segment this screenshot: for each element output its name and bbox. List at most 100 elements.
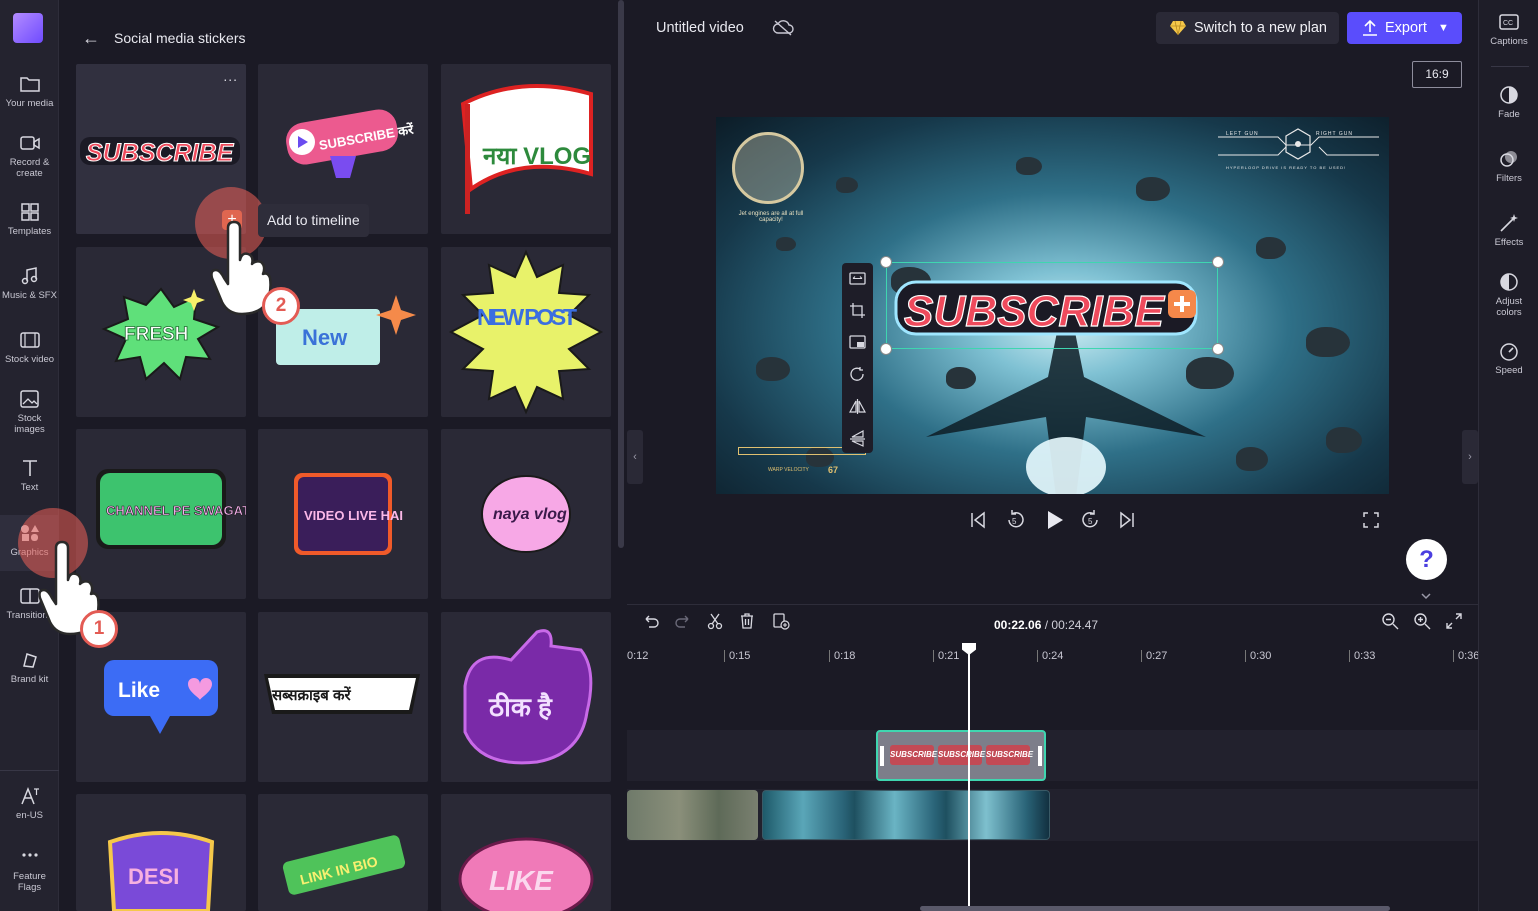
clip-thumb-label: SUBSCRIBE [986, 745, 1033, 765]
resize-handle[interactable] [1212, 256, 1224, 268]
sticker-naya-bubble-art: naya vlog [481, 475, 571, 553]
skip-to-start-icon[interactable] [969, 511, 987, 529]
sticker-card-desi[interactable]: DESI [76, 794, 246, 911]
sticker-card-naya-vlog[interactable]: नया VLOG [441, 64, 611, 234]
filters-icon [1500, 151, 1517, 167]
svg-text:CC: CC [1503, 20, 1513, 27]
split-scissors-icon[interactable] [706, 612, 724, 630]
sticker-text: Like [118, 679, 160, 702]
cloud-off-icon[interactable] [772, 18, 794, 38]
sticker-video-live-art: VIDEO LIVE HAI [294, 473, 403, 555]
nav-label: Feature Flags [13, 871, 46, 893]
help-button[interactable]: ? [1406, 539, 1447, 580]
panel-scrollbar[interactable] [618, 0, 624, 548]
nav-label: Stock images [14, 413, 45, 435]
playhead[interactable] [968, 646, 970, 911]
sticker-card-hand[interactable]: ठीक है [441, 612, 611, 782]
nav-language[interactable]: en-US [0, 786, 59, 821]
flip-icon[interactable] [849, 398, 866, 415]
prop-captions[interactable]: CC Captions [1479, 12, 1538, 47]
prop-adjust-colors[interactable]: Adjust colors [1479, 272, 1538, 318]
element-toolbar [842, 263, 873, 453]
nav-stock-images[interactable]: Stock images [0, 389, 59, 435]
picture-in-picture-icon[interactable] [849, 334, 866, 351]
nav-music-sfx[interactable]: Music & SFX [0, 266, 59, 301]
sticker-clip[interactable]: SUBSCRIBE SUBSCRIBE SUBSCRIBE [876, 730, 1046, 781]
resize-handle[interactable] [880, 256, 892, 268]
prop-effects[interactable]: Effects [1479, 213, 1538, 248]
back-arrow-icon[interactable]: ← [82, 28, 100, 49]
video-clip-2[interactable] [762, 790, 1050, 840]
more-options-icon[interactable]: ... [223, 68, 238, 84]
prop-filters[interactable]: Filters [1479, 149, 1538, 184]
fit-icon[interactable] [849, 270, 866, 287]
collapse-left-button[interactable]: ‹ [627, 430, 643, 484]
switch-plan-label: Switch to a new plan [1194, 20, 1327, 36]
zoom-out-icon[interactable] [1381, 612, 1399, 630]
sticker-text: naya vlog [493, 506, 567, 523]
sticker-text: VIDEO LIVE HAI [304, 508, 403, 523]
clip-trim-handle[interactable] [880, 746, 884, 766]
redo-icon[interactable] [674, 612, 692, 630]
aspect-ratio-button[interactable]: 16:9 [1412, 61, 1462, 88]
sticker-card-subscribe-banner[interactable]: सब्सक्राइब करें [258, 612, 428, 782]
fullscreen-icon[interactable] [1363, 512, 1379, 528]
prop-fade[interactable]: Fade [1479, 85, 1538, 120]
sticker-subscribe-banner-art: सब्सक्राइब करें [264, 674, 420, 714]
resize-handle[interactable] [880, 343, 892, 355]
sticker-card-naya-vlog-bubble[interactable]: naya vlog [441, 429, 611, 599]
sticker-subscribe-art: SUBSCRIBE [80, 137, 240, 168]
prop-speed[interactable]: Speed [1479, 341, 1538, 376]
rewind-5-icon[interactable]: 5 [1004, 509, 1026, 531]
flip-vertical-icon[interactable] [849, 430, 866, 447]
rotate-icon[interactable] [849, 366, 866, 383]
nav-stock-video[interactable]: Stock video [0, 330, 59, 365]
sticker-text: ठीक है [488, 692, 553, 722]
nav-record-create[interactable]: Record & create [0, 133, 59, 179]
switch-plan-button[interactable]: Switch to a new plan [1156, 12, 1339, 44]
image-icon [19, 390, 39, 408]
sticker-card-new[interactable]: New [258, 247, 428, 417]
language-icon [20, 786, 39, 805]
total-time: 00:24.47 [1051, 618, 1099, 632]
timeline-ruler[interactable]: 0:12 0:15 0:18 0:21 0:24 0:27 0:30 0:33 … [627, 646, 1478, 668]
sticker-card-like-bubble[interactable]: LIKE [441, 794, 611, 911]
skip-to-end-icon[interactable] [1118, 511, 1136, 529]
forward-5-icon[interactable]: 5 [1080, 509, 1102, 531]
nav-feature-flags[interactable]: Feature Flags [0, 847, 59, 893]
music-icon [21, 267, 37, 285]
export-button[interactable]: Export ▼ [1347, 12, 1462, 44]
sticker-card-link-in-bio[interactable]: LINK IN BIO [258, 794, 428, 911]
resize-handle[interactable] [1212, 343, 1224, 355]
undo-icon[interactable] [642, 612, 660, 630]
more-icon [21, 853, 38, 857]
crop-icon[interactable] [849, 302, 866, 319]
timeline-scrollbar[interactable] [920, 906, 1390, 911]
effects-icon [1500, 214, 1518, 232]
delete-icon[interactable] [738, 612, 756, 630]
ruler-tick: 0:30 [1245, 650, 1271, 662]
fit-timeline-icon[interactable] [1445, 612, 1463, 630]
nav-brand-kit[interactable]: Brand kit [0, 650, 59, 685]
project-title[interactable]: Untitled video [656, 20, 744, 36]
sticker-selection-box[interactable] [886, 262, 1218, 349]
nav-text[interactable]: Text [0, 458, 59, 493]
ruler-tick: 0:36 [1453, 650, 1478, 662]
clip-trim-handle[interactable] [1038, 746, 1042, 766]
export-label: Export [1385, 20, 1427, 36]
diamond-icon [1170, 20, 1186, 36]
duplicate-icon[interactable] [772, 612, 790, 630]
nav-templates[interactable]: Templates [0, 202, 59, 237]
sticker-card-video-live-hai[interactable]: VIDEO LIVE HAI [258, 429, 428, 599]
collapse-right-button[interactable]: › [1462, 430, 1478, 484]
nav-your-media[interactable]: Your media [0, 74, 59, 109]
chevron-down-icon[interactable] [1420, 591, 1432, 601]
play-icon[interactable] [1043, 509, 1065, 531]
video-clip-1[interactable] [627, 790, 758, 840]
prop-divider [1491, 66, 1529, 67]
zoom-in-icon[interactable] [1413, 612, 1431, 630]
sticker-card-new-post[interactable]: NEW POST [441, 247, 611, 417]
ruler-tick: 0:21 [933, 650, 959, 662]
prop-label: Speed [1495, 365, 1523, 376]
sticker-like-bubble-art: LIKE [458, 837, 594, 911]
